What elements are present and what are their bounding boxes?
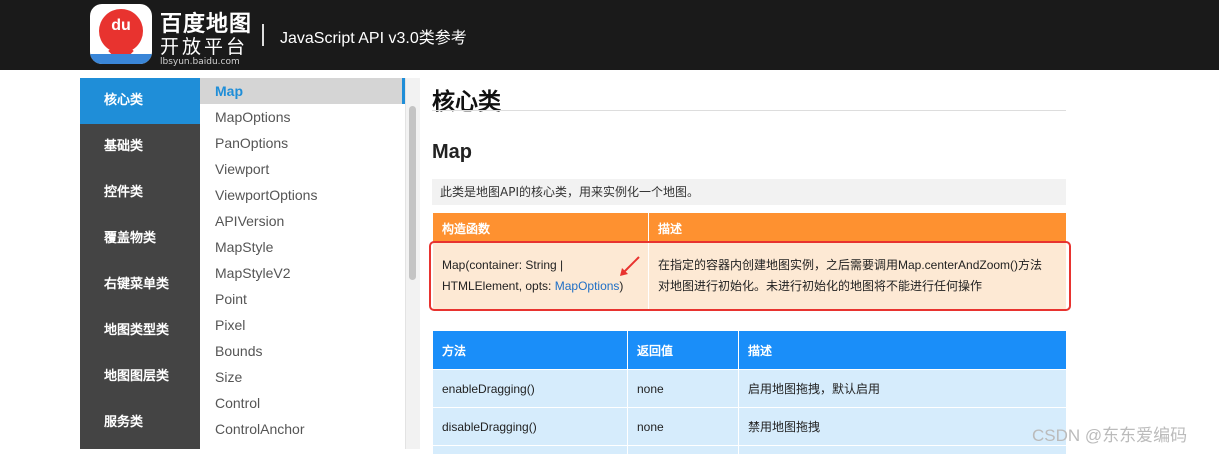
class-title: Map [432, 141, 472, 164]
table-cell [433, 446, 628, 454]
category-item[interactable]: 覆盖物类 [80, 216, 200, 262]
class-list: Map MapOptions PanOptions Viewport Viewp… [200, 78, 405, 449]
class-item[interactable]: Viewport [200, 156, 405, 182]
method-name: enableDragging() [433, 370, 628, 408]
road-icon [90, 54, 152, 64]
class-item[interactable]: ControlAnchor [200, 416, 405, 442]
category-item[interactable]: 地图类型类 [80, 308, 200, 354]
table-row: enableDragging() none 启用地图拖拽，默认启用 [433, 370, 1066, 408]
method-description: 启用地图拖拽，默认启用 [739, 370, 1067, 408]
brand-subtitle: 开放平台 [160, 32, 248, 59]
category-item[interactable]: 核心类 [80, 78, 200, 124]
doc-title[interactable]: JavaScript API v3.0类参考 [280, 24, 467, 48]
methods-table: 方法 返回值 描述 enableDragging() none 启用地图拖拽，默… [433, 331, 1066, 454]
category-item[interactable]: 服务类 [80, 400, 200, 446]
table-row: disableDragging() none 禁用地图拖拽 [433, 408, 1066, 446]
class-item[interactable]: Pixel [200, 312, 405, 338]
top-header: du 百度地图 开放平台 lbsyun.baidu.com JavaScript… [0, 0, 1219, 70]
class-item[interactable]: MapStyleV2 [200, 260, 405, 286]
category-item[interactable]: 地图图层类 [80, 354, 200, 400]
table-header: 构造函数 [433, 213, 649, 243]
table-row [433, 446, 1066, 454]
table-cell [628, 446, 739, 454]
class-item[interactable]: Map [200, 78, 405, 104]
method-description: 禁用地图拖拽 [739, 408, 1067, 446]
method-name: disableDragging() [433, 408, 628, 446]
annotation-arrow-icon [618, 255, 642, 277]
class-item[interactable]: Point [200, 286, 405, 312]
watermark: CSDN @东东爱编码 [1032, 421, 1187, 446]
table-header: 描述 [649, 213, 1067, 243]
method-return: none [628, 370, 739, 408]
annotation-highlight-box [429, 241, 1071, 311]
category-nav: 核心类 基础类 控件类 覆盖物类 右键菜单类 地图类型类 地图图层类 服务类 [80, 78, 200, 449]
table-header: 方法 [433, 331, 628, 370]
class-item[interactable]: PanOptions [200, 130, 405, 156]
method-return: none [628, 408, 739, 446]
class-item[interactable]: Size [200, 364, 405, 390]
logo-text: du [90, 17, 152, 35]
category-item[interactable]: 基础类 [80, 124, 200, 170]
class-item[interactable]: MapOptions [200, 104, 405, 130]
class-item[interactable]: APIVersion [200, 208, 405, 234]
class-description: 此类是地图API的核心类，用来实例化一个地图。 [432, 179, 1066, 205]
table-cell [739, 446, 1067, 454]
brand-url: lbsyun.baidu.com [160, 57, 240, 67]
header-divider [262, 24, 264, 46]
scrollbar-thumb[interactable] [409, 106, 416, 280]
table-header: 描述 [739, 331, 1067, 370]
category-item[interactable]: 控件类 [80, 170, 200, 216]
section-divider [432, 110, 1066, 111]
class-item[interactable]: Control [200, 390, 405, 416]
class-item[interactable]: MapStyle [200, 234, 405, 260]
category-item[interactable]: 右键菜单类 [80, 262, 200, 308]
table-header: 返回值 [628, 331, 739, 370]
baidu-map-logo[interactable]: du [90, 4, 152, 64]
class-item[interactable]: ViewportOptions [200, 182, 405, 208]
class-item[interactable]: Bounds [200, 338, 405, 364]
